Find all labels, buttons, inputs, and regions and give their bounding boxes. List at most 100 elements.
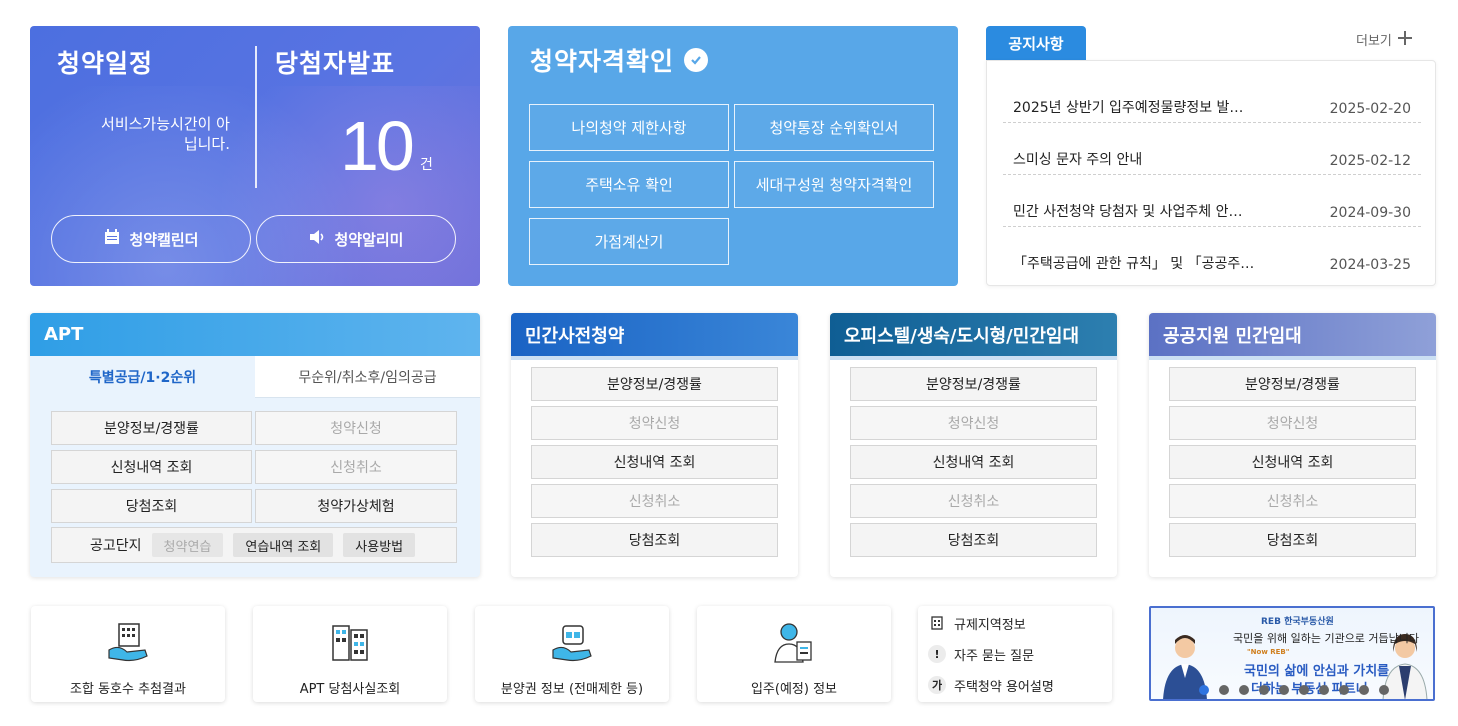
carousel-dot[interactable] (1259, 685, 1269, 695)
schedule-title[interactable]: 청약일정 (57, 44, 153, 80)
apartment-icon (327, 606, 373, 668)
presale-rights-card[interactable]: 분양권 정보 (전매제한 등) (475, 606, 669, 702)
apply-button[interactable]: 청약신청 (255, 411, 457, 445)
reb-banner[interactable]: REB 한국부동산원 국민을 위해 일하는 기관으로 거듭납니다 "Now RE… (1149, 606, 1435, 701)
notice-date: 2024-03-25 (1329, 257, 1411, 273)
sale-info-button[interactable]: 분양정보/경쟁률 (1169, 367, 1416, 401)
announced-complex-row: 공고단지 청약연습 연습내역 조회 사용방법 (51, 527, 457, 563)
move-in-info-label: 입주(예정) 정보 (750, 682, 838, 697)
glossary-link[interactable]: 가 주택청약 용어설명 (928, 674, 1054, 696)
cancel-application-button[interactable]: 신청취소 (255, 450, 457, 484)
winners-title[interactable]: 당첨자발표 (275, 44, 395, 80)
public-rental-card: 공공지원 민간임대 분양정보/경쟁률 청약신청 신청내역 조회 신청취소 당첨조… (1149, 313, 1436, 577)
apply-button[interactable]: 청약신청 (531, 406, 778, 440)
notice-date: 2025-02-20 (1329, 101, 1411, 117)
usage-guide-chip[interactable]: 사용방법 (343, 533, 416, 557)
notice-tab[interactable]: 공지사항 (986, 26, 1086, 60)
regulated-area-label: 규제지역정보 (954, 617, 1026, 633)
virtual-experience-button[interactable]: 청약가상체험 (255, 489, 457, 523)
tab-special-supply[interactable]: 특별공급/1·2순위 (30, 356, 255, 398)
application-history-button[interactable]: 신청내역 조회 (531, 445, 778, 479)
speaker-icon (308, 228, 326, 250)
eligibility-title[interactable]: 청약자격확인 (530, 42, 709, 78)
move-in-info-card[interactable]: 입주(예정) 정보 (697, 606, 891, 702)
practice-chip[interactable]: 청약연습 (151, 533, 224, 557)
apply-button[interactable]: 청약신청 (1169, 406, 1416, 440)
carousel-dot[interactable] (1279, 685, 1289, 695)
application-history-button[interactable]: 신청내역 조회 (1169, 445, 1416, 479)
sale-info-button[interactable]: 분양정보/경쟁률 (51, 411, 252, 445)
winner-count-unit: 건 (420, 157, 433, 173)
my-restriction-button[interactable]: 나의청약 제한사항 (529, 104, 729, 151)
building-icon (928, 614, 946, 632)
reb-logo: REB 한국부동산원 (1261, 617, 1334, 627)
eligibility-panel: 청약자격확인 나의청약 제한사항 청약통장 순위확인서 주택소유 확인 세대구성… (508, 26, 958, 286)
application-history-button[interactable]: 신청내역 조회 (850, 445, 1097, 479)
person-document-icon (771, 606, 817, 668)
announced-complex-label: 공고단지 (90, 538, 142, 554)
faq-link[interactable]: ! 자주 묻는 질문 (928, 643, 1034, 665)
notice-date: 2025-02-12 (1329, 153, 1411, 169)
union-lottery-card[interactable]: 조합 동호수 추첨결과 (31, 606, 225, 702)
application-history-button[interactable]: 신청내역 조회 (51, 450, 252, 484)
practice-history-chip[interactable]: 연습내역 조회 (233, 533, 334, 557)
notice-item[interactable]: 스미싱 문자 주의 안내 2025-02-12 (1003, 123, 1421, 175)
calendar-button[interactable]: 청약캘린더 (51, 215, 251, 263)
apt-title: APT (30, 313, 480, 360)
carousel-dot[interactable] (1199, 685, 1209, 695)
carousel-dot[interactable] (1219, 685, 1229, 695)
apt-winner-check-card[interactable]: APT 당첨사실조회 (253, 606, 447, 702)
building-hand-icon (105, 606, 151, 668)
private-presale-card: 민간사전청약 분양정보/경쟁률 청약신청 신청내역 조회 신청취소 당첨조회 (511, 313, 798, 577)
cancel-application-button[interactable]: 신청취소 (1169, 484, 1416, 518)
notice-more-link[interactable]: 더보기 (1356, 30, 1412, 49)
carousel-dot[interactable] (1339, 685, 1349, 695)
apply-button[interactable]: 청약신청 (850, 406, 1097, 440)
carousel-dot[interactable] (1239, 685, 1249, 695)
notice-list: 2025년 상반기 입주예정물량정보 발… 2025-02-20 스미싱 문자 … (986, 60, 1436, 286)
notice-item[interactable]: 2025년 상반기 입주예정물량정보 발… 2025-02-20 (1003, 71, 1421, 123)
score-calculator-button[interactable]: 가점계산기 (529, 218, 729, 265)
winner-count[interactable]: 10 (340, 106, 415, 186)
calendar-button-label: 청약캘린더 (129, 230, 199, 249)
sale-info-button[interactable]: 분양정보/경쟁률 (531, 367, 778, 401)
cancel-application-button[interactable]: 신청취소 (850, 484, 1097, 518)
account-rank-button[interactable]: 청약통장 순위확인서 (734, 104, 934, 151)
house-hand-icon (549, 606, 595, 668)
apt-card: APT 특별공급/1·2순위 무순위/취소후/임의공급 분양정보/경쟁률 청약신… (30, 313, 480, 577)
alert-button-label: 청약알리미 (334, 230, 404, 249)
service-unavailable-message: 서비스가능시간이 아닙니다. (101, 115, 230, 153)
winner-lookup-button[interactable]: 당첨조회 (850, 523, 1097, 557)
carousel-dot[interactable] (1299, 685, 1309, 695)
notice-item[interactable]: 민간 사전청약 당첨자 및 사업주체 안… 2024-09-30 (1003, 175, 1421, 227)
carousel-dot[interactable] (1319, 685, 1329, 695)
apt-winner-check-label: APT 당첨사실조회 (299, 682, 401, 697)
sale-info-button[interactable]: 분양정보/경쟁률 (850, 367, 1097, 401)
more-label: 더보기 (1356, 34, 1392, 49)
cancel-application-button[interactable]: 신청취소 (531, 484, 778, 518)
banner-tag: "Now REB" (1247, 648, 1290, 656)
alert-button[interactable]: 청약알리미 (256, 215, 456, 263)
exclamation-icon: ! (928, 645, 946, 663)
tab-unranked-supply[interactable]: 무순위/취소후/임의공급 (255, 356, 480, 398)
winner-lookup-button[interactable]: 당첨조회 (51, 489, 252, 523)
union-lottery-label: 조합 동호수 추첨결과 (70, 682, 186, 697)
officetel-card: 오피스텔/생숙/도시형/민간임대 분양정보/경쟁률 청약신청 신청내역 조회 신… (830, 313, 1117, 577)
regulated-area-link[interactable]: 규제지역정보 (928, 612, 1026, 634)
officetel-title: 오피스텔/생숙/도시형/민간임대 (830, 313, 1117, 360)
calendar-icon (103, 228, 121, 250)
house-ownership-button[interactable]: 주택소유 확인 (529, 161, 729, 208)
glossary-label: 주택청약 용어설명 (954, 679, 1054, 695)
carousel-dot[interactable] (1359, 685, 1369, 695)
presale-rights-label: 분양권 정보 (전매제한 등) (500, 682, 644, 697)
winner-lookup-button[interactable]: 당첨조회 (531, 523, 778, 557)
quick-links: 규제지역정보 ! 자주 묻는 질문 가 주택청약 용어설명 (918, 606, 1112, 702)
check-circle-icon (684, 48, 709, 72)
schedule-panel: 청약일정 당첨자발표 서비스가능시간이 아닙니다. 10 건 청약캘린더 청약알… (30, 26, 480, 286)
household-eligibility-button[interactable]: 세대구성원 청약자격확인 (734, 161, 934, 208)
notice-title: 2025년 상반기 입주예정물량정보 발… (1013, 100, 1244, 116)
winner-lookup-button[interactable]: 당첨조회 (1169, 523, 1416, 557)
carousel-dot[interactable] (1379, 685, 1389, 695)
notice-date: 2024-09-30 (1329, 205, 1411, 221)
notice-item[interactable]: 「주택공급에 관한 규칙」 및 「공공주… 2024-03-25 (1003, 227, 1421, 279)
